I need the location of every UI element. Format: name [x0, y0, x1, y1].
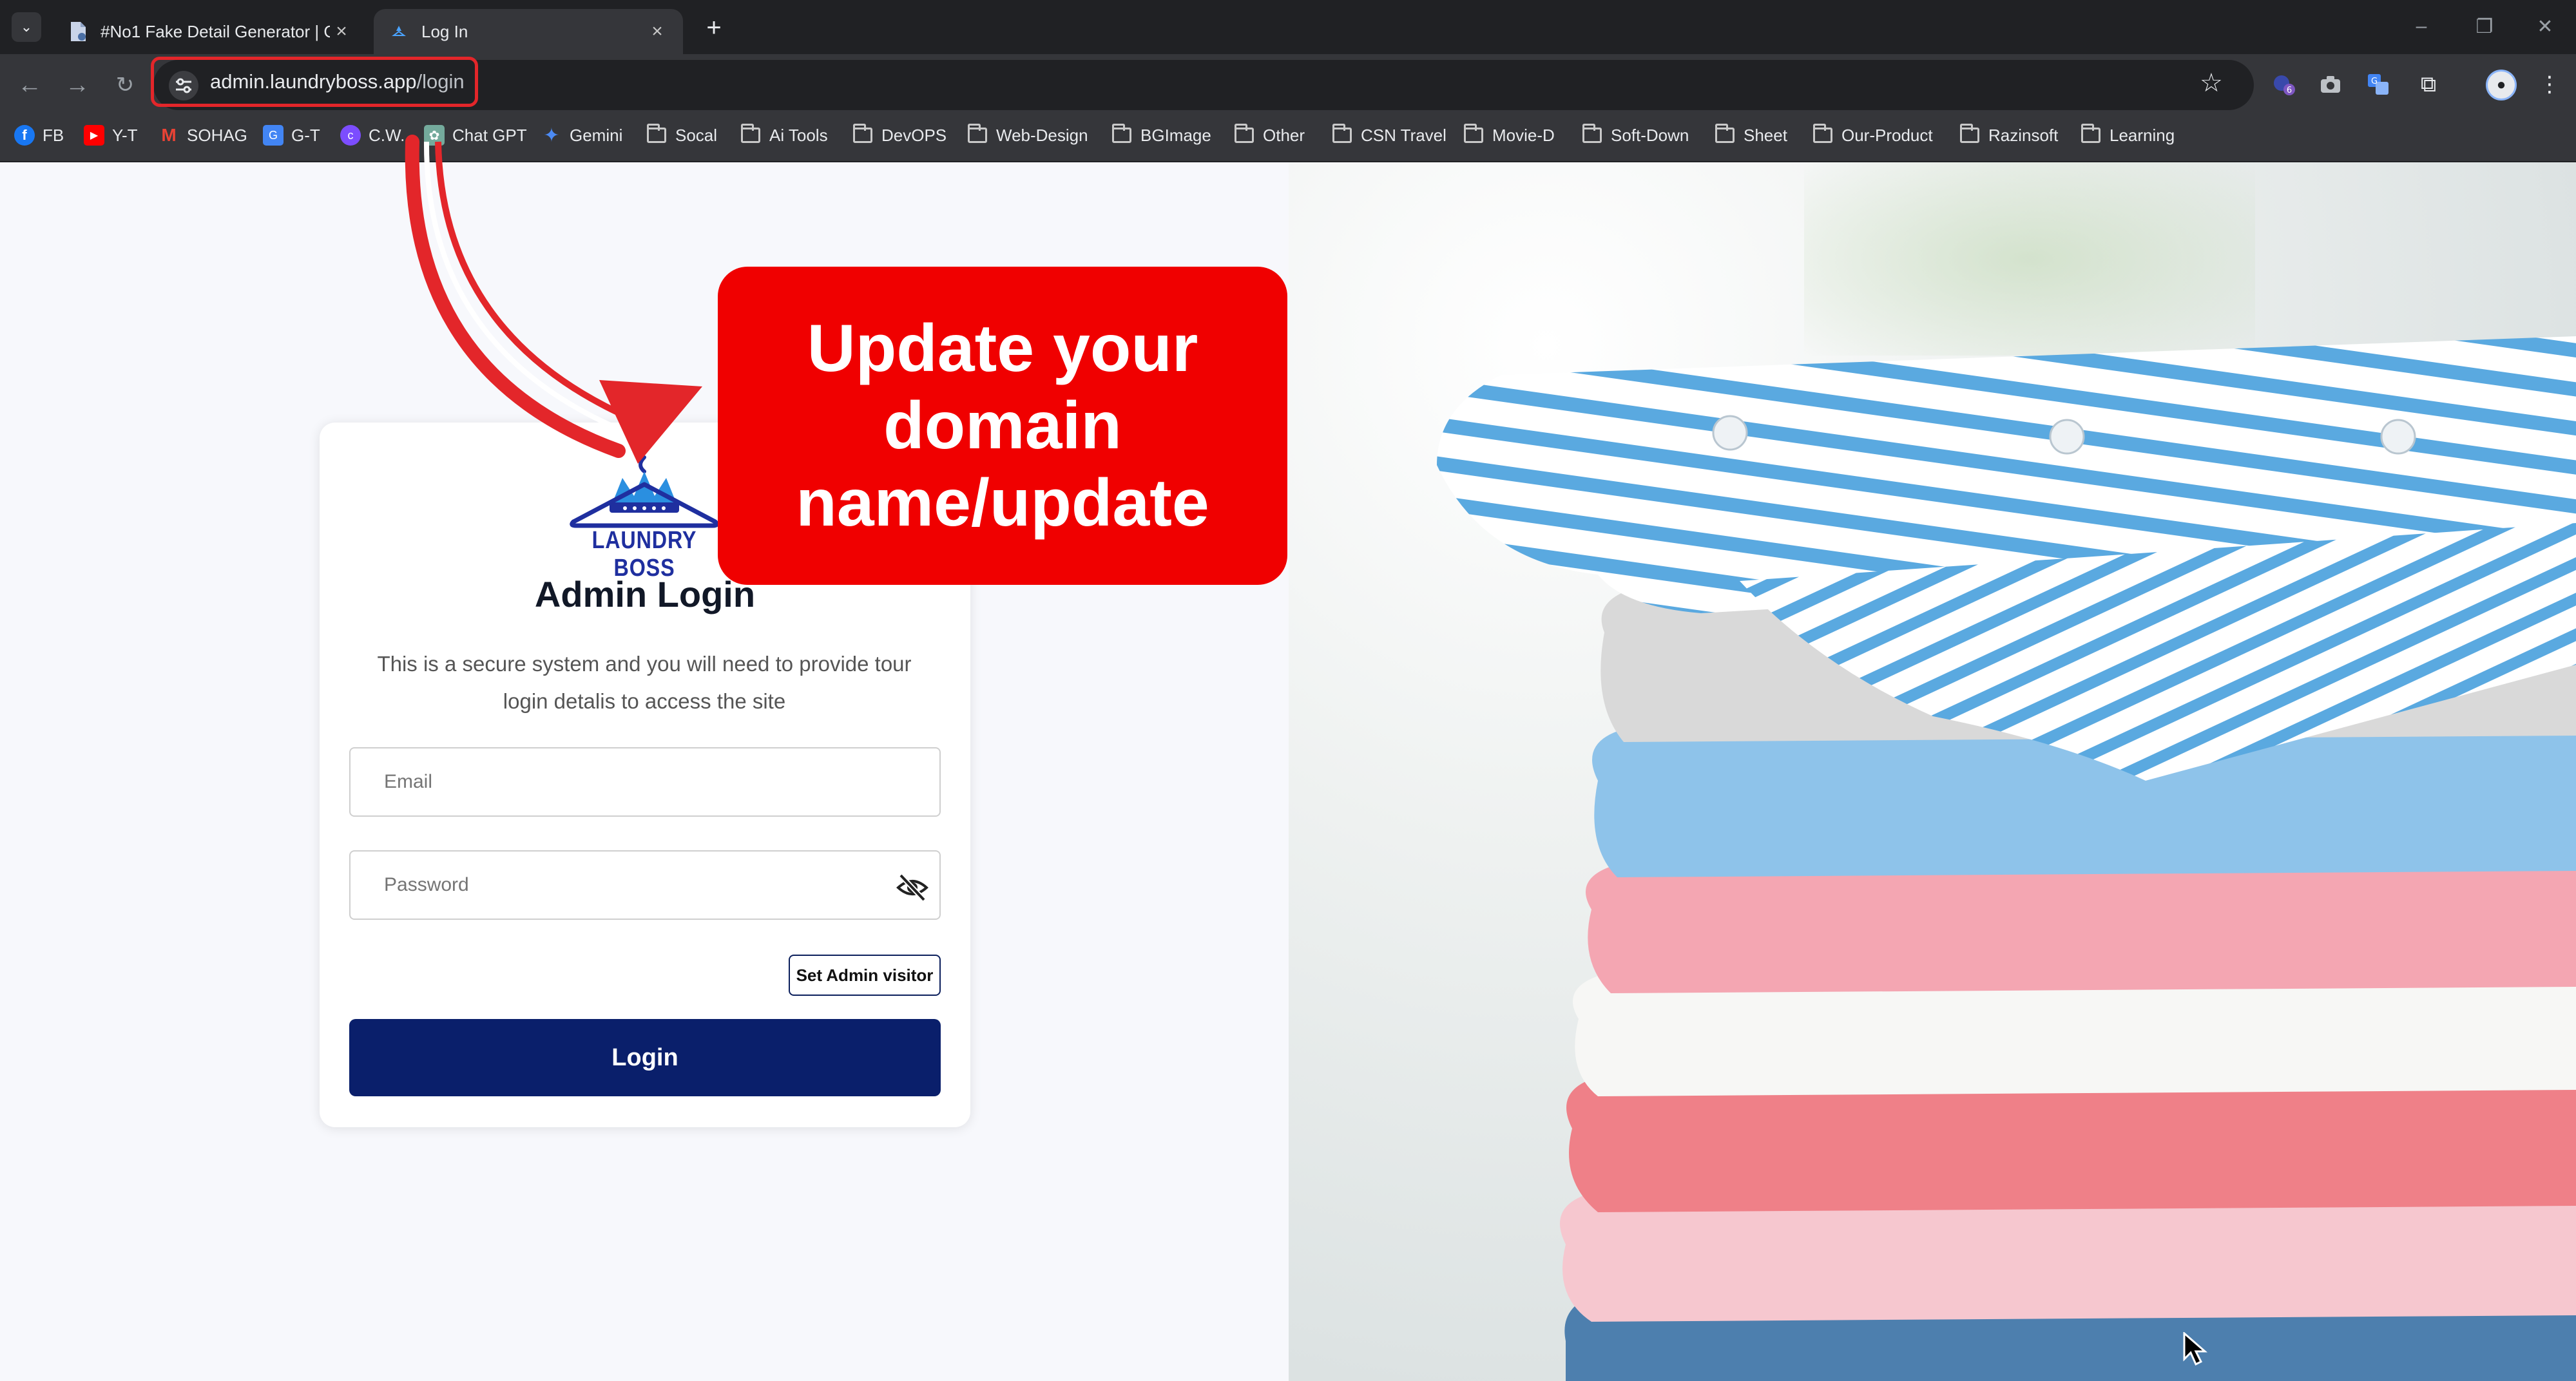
- annotation-arrow: [405, 135, 702, 464]
- extension-badge: 6: [2287, 86, 2292, 95]
- extension-icon[interactable]: 6: [2269, 70, 2299, 99]
- folder-icon: [2081, 124, 2100, 143]
- password-field[interactable]: [349, 850, 941, 920]
- bookmark-folder-learning[interactable]: Learning: [2081, 122, 2175, 148]
- document-icon: [67, 21, 89, 43]
- cw-icon: c: [340, 125, 361, 146]
- email-field[interactable]: [349, 747, 941, 817]
- url-highlight-box: [151, 57, 478, 107]
- camera-icon[interactable]: [2316, 70, 2345, 99]
- bookmark-folder-our-product[interactable]: Our-Product: [1813, 122, 1933, 148]
- minimize-icon[interactable]: –: [2402, 10, 2441, 43]
- bookmark-folder-bgimage[interactable]: BGImage: [1112, 122, 1211, 148]
- folder-icon: [1582, 124, 1602, 143]
- tab-title: #No1 Fake Detail Generator | G: [101, 21, 330, 41]
- close-icon[interactable]: ×: [330, 20, 353, 43]
- reload-icon[interactable]: ↻: [108, 68, 142, 102]
- laundry-hero-image: [1289, 162, 2576, 1381]
- bookmark-folder-soft-down[interactable]: Soft-Down: [1582, 122, 1689, 148]
- folder-icon: [853, 124, 872, 143]
- laundry-favicon: [388, 21, 410, 43]
- gmail-icon: M: [161, 125, 177, 145]
- translate-icon[interactable]: G: [2363, 70, 2393, 99]
- tab-title: Log In: [421, 21, 468, 41]
- bookmark-folder-other[interactable]: Other: [1235, 122, 1305, 148]
- new-tab-button[interactable]: +: [699, 13, 729, 43]
- tab-search-button[interactable]: ⌄: [12, 12, 41, 42]
- folded-clothes-illustration: [1437, 336, 2576, 1381]
- folder-icon: [741, 124, 760, 143]
- eye-slash-icon[interactable]: [896, 873, 929, 902]
- folder-icon: [1112, 124, 1131, 143]
- translate-icon: G: [263, 125, 284, 146]
- svg-text:G: G: [2371, 77, 2378, 86]
- bookmark-folder-web-design[interactable]: Web-Design: [968, 122, 1088, 148]
- close-icon[interactable]: ×: [646, 20, 669, 43]
- bookmark-folder-sheet[interactable]: Sheet: [1715, 122, 1787, 148]
- bookmark-folder-csn-travel[interactable]: CSN Travel: [1332, 122, 1447, 148]
- set-admin-visitor-button[interactable]: Set Admin visitor: [789, 955, 941, 996]
- bookmark-folder-devops[interactable]: DevOPS: [853, 122, 947, 148]
- tab-fake-detail-generator[interactable]: #No1 Fake Detail Generator | G ×: [53, 9, 367, 54]
- puzzle-icon[interactable]: ⧉: [2414, 70, 2443, 99]
- bookmark-folder-razinsoft[interactable]: Razinsoft: [1960, 122, 2058, 148]
- bookmark-folder-ai-tools[interactable]: Ai Tools: [741, 122, 828, 148]
- restore-icon[interactable]: ❐: [2465, 10, 2504, 43]
- window-close-icon[interactable]: ✕: [2526, 10, 2564, 43]
- bookmark-sohag[interactable]: M SOHAG: [159, 122, 247, 148]
- youtube-icon: ▶: [84, 125, 104, 146]
- folder-icon: [968, 124, 987, 143]
- mouse-cursor-icon: [2183, 1332, 2207, 1366]
- annotation-callout: Update your domain name/update: [718, 267, 1287, 585]
- bookmark-fb[interactable]: f FB: [14, 122, 64, 148]
- bookmark-star-icon[interactable]: ☆: [2200, 68, 2223, 98]
- bookmark-folder-movie-d[interactable]: Movie-D: [1464, 122, 1555, 148]
- folder-icon: [1960, 124, 1979, 143]
- folder-icon: [1813, 124, 1832, 143]
- login-description: This is a secure system and you will nee…: [377, 652, 912, 713]
- menu-icon[interactable]: ⋮: [2535, 70, 2564, 99]
- folder-icon: [1235, 124, 1254, 143]
- tab-log-in[interactable]: Log In ×: [374, 9, 683, 54]
- back-icon[interactable]: ←: [13, 68, 46, 102]
- forward-icon[interactable]: →: [61, 68, 94, 102]
- login-button[interactable]: Login: [349, 1019, 941, 1096]
- facebook-icon: f: [14, 125, 35, 146]
- bookmark-g-t[interactable]: G G-T: [263, 122, 320, 148]
- folder-icon: [1464, 124, 1483, 143]
- profile-avatar[interactable]: ●: [2486, 70, 2517, 100]
- folder-icon: [1332, 124, 1352, 143]
- callout-text: Update your domain name/update: [796, 311, 1209, 540]
- bookmark-y-t[interactable]: ▶ Y-T: [84, 122, 138, 148]
- folder-icon: [1715, 124, 1735, 143]
